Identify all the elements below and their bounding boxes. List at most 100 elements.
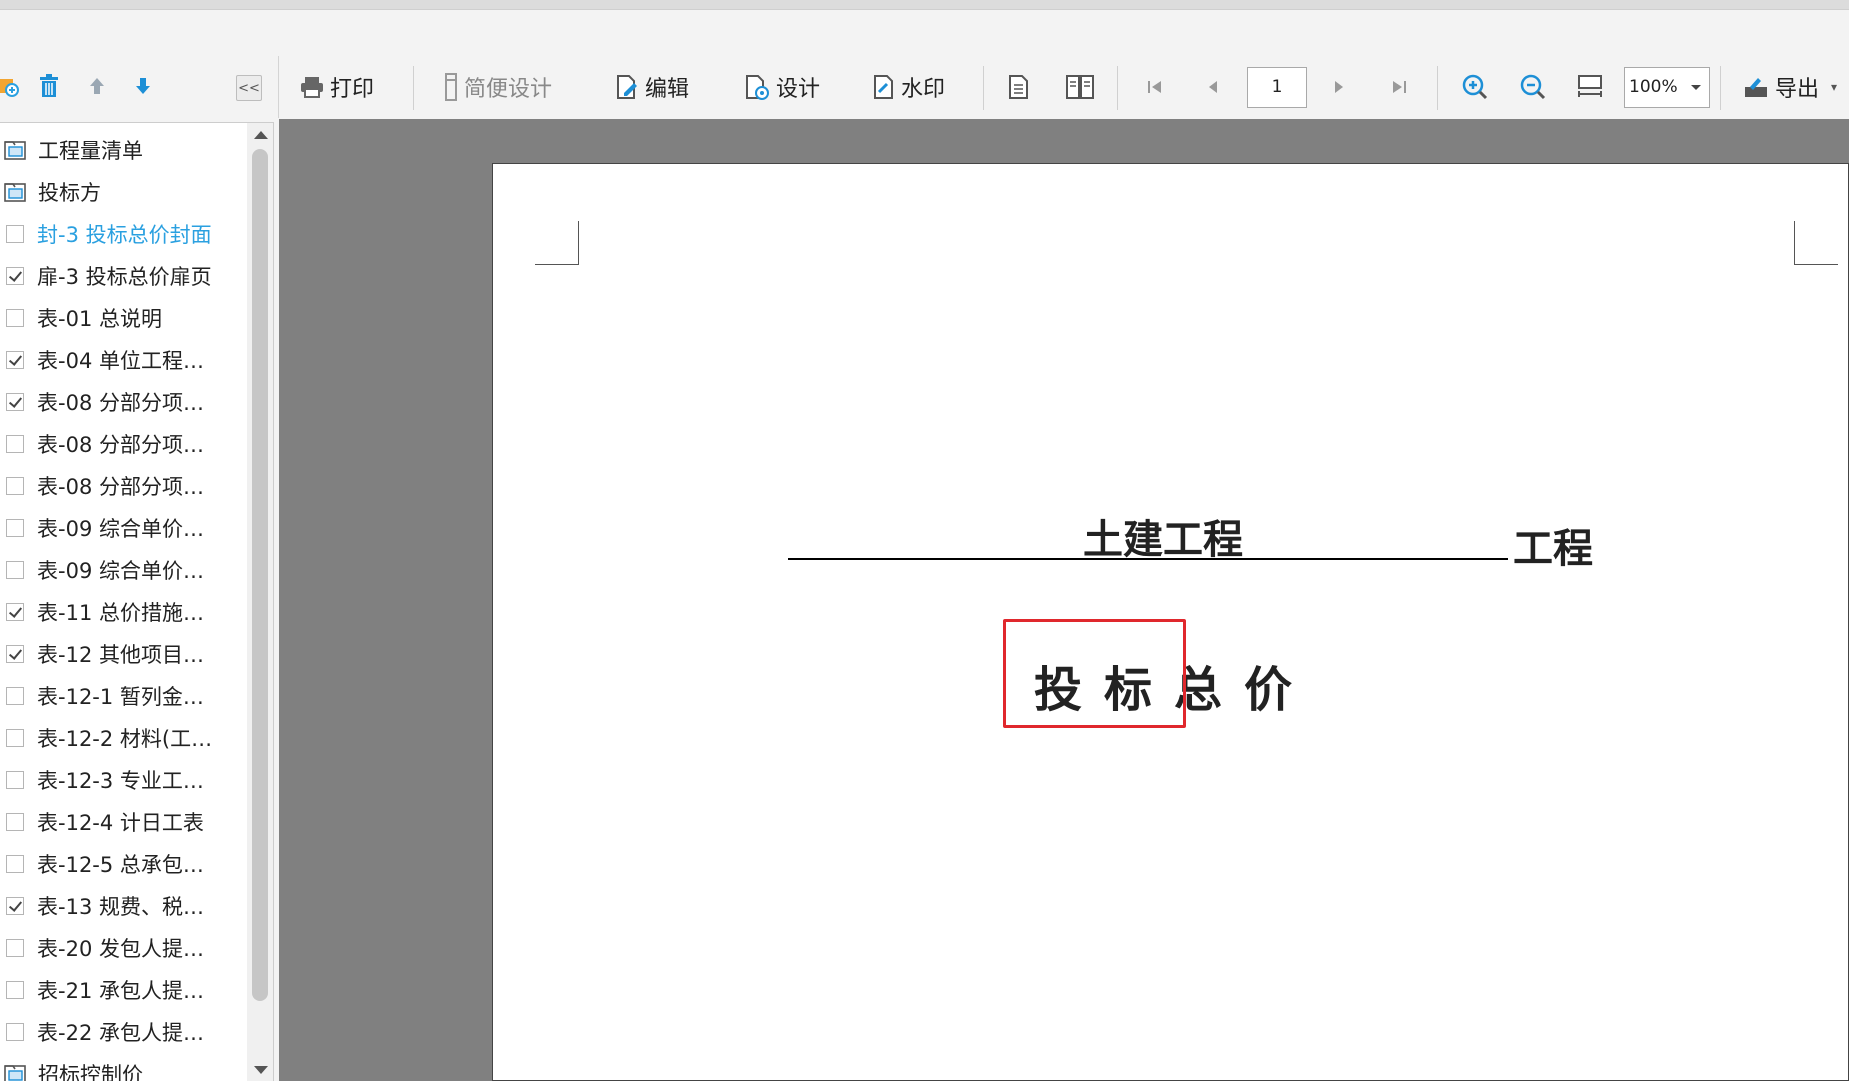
tree-item-checkbox[interactable] [6,855,24,873]
tree-item-checkbox[interactable] [6,687,24,705]
tree-item-label: 表-01 总说明 [37,307,162,331]
tree-item-label: 表-09 综合单价… [37,559,204,583]
single-page-view-button[interactable] [1008,69,1036,105]
project-name: 土建工程 [1083,516,1243,563]
tree-item-label: 表-12-4 计日工表 [37,811,204,835]
watermark-button[interactable]: 水印 [873,69,945,105]
two-page-view-button[interactable] [1066,69,1100,105]
report-list-toolbar: << [0,56,276,118]
tree-item[interactable]: 封-3 投标总价封面 [0,215,245,253]
tree-item[interactable]: 表-01 总说明 [0,299,245,337]
tree-item[interactable]: 表-11 总价措施… [0,593,245,631]
tree-item-checkbox[interactable] [6,897,24,915]
previous-page-button[interactable] [1205,69,1227,105]
tree-item-checkbox[interactable] [6,603,24,621]
export-button[interactable]: 导出 ▾ [1743,69,1837,105]
tree-item-checkbox[interactable] [6,645,24,663]
tree-item-label: 封-3 投标总价封面 [37,223,212,247]
tree-item[interactable]: 表-09 综合单价… [0,509,245,547]
tree-item-checkbox[interactable] [6,435,24,453]
last-page-button[interactable] [1389,69,1415,105]
crop-mark-top-left [535,221,579,265]
tree-item[interactable]: 投标方 [0,173,245,211]
tree-item[interactable]: 表-12-1 暂列金… [0,677,245,715]
tree-item[interactable]: 表-20 发包人提… [0,929,245,967]
tree-item-checkbox[interactable] [6,351,24,369]
tree-item[interactable]: 表-12-3 专业工… [0,761,245,799]
simple-design-button[interactable]: 简便设计 [444,69,552,105]
tree-item-checkbox[interactable] [6,309,24,327]
report-folder-icon [4,1065,26,1081]
tree-item-label: 表-20 发包人提… [37,937,204,961]
add-icon[interactable] [0,73,22,99]
tree-item-checkbox[interactable] [6,393,24,411]
tree-item[interactable]: 表-12-5 总承包… [0,845,245,883]
two-page-icon [1066,75,1094,99]
tree-item-label: 表-08 分部分项… [37,433,204,457]
export-icon [1745,78,1767,97]
tree-item-label: 表-11 总价措施… [37,601,204,625]
tree-item[interactable]: 表-08 分部分项… [0,467,245,505]
zoom-level-value: 100% [1629,77,1678,97]
print-button[interactable]: 打印 [300,69,374,105]
tree-item-checkbox[interactable] [6,561,24,579]
watermark-icon [874,75,893,99]
crop-mark-top-right [1794,221,1838,265]
move-down-icon[interactable] [130,73,156,99]
edit-label: 编辑 [645,77,690,102]
tree-item[interactable]: 表-21 承包人提… [0,971,245,1009]
tree-item[interactable]: 表-04 单位工程… [0,341,245,379]
tree-item-checkbox[interactable] [6,477,24,495]
tree-item-checkbox[interactable] [6,771,24,789]
tree-item-checkbox[interactable] [6,1023,24,1041]
tree-item[interactable]: 表-08 分部分项… [0,383,245,421]
toolbar-divider [983,66,984,110]
tree-item-checkbox[interactable] [6,813,24,831]
report-tree: 工程量清单投标方封-3 投标总价封面扉-3 投标总价扉页表-01 总说明表-04… [0,122,274,1081]
tree-scrollbar[interactable] [247,123,273,1081]
scroll-up-arrow-icon[interactable] [254,131,268,139]
zoom-level-select[interactable]: 100% [1624,67,1710,108]
delete-icon[interactable] [36,73,62,99]
watermark-label: 水印 [901,77,946,102]
move-up-icon[interactable] [84,73,110,99]
tree-item[interactable]: 表-12-2 材料(工… [0,719,245,757]
tree-item[interactable]: 表-12 其他项目… [0,635,245,673]
tree-item-checkbox[interactable] [6,267,24,285]
tree-item[interactable]: 工程量清单 [0,131,245,169]
first-page-button[interactable] [1145,69,1171,105]
page-number-input[interactable]: 1 [1247,67,1307,108]
scroll-down-arrow-icon[interactable] [254,1066,268,1074]
tree-item-label: 表-04 单位工程… [37,349,204,373]
edit-button[interactable]: 编辑 [615,69,689,105]
tree-item-checkbox[interactable] [6,225,24,243]
tree-item-checkbox[interactable] [6,939,24,957]
tree-item[interactable]: 表-08 分部分项… [0,425,245,463]
tree-item[interactable]: 招标控制价 [0,1055,245,1081]
next-page-button[interactable] [1331,69,1353,105]
tree-item-label: 表-12-2 材料(工… [37,727,213,751]
tree-item[interactable]: 表-12-4 计日工表 [0,803,245,841]
scrollbar-thumb[interactable] [252,149,268,1001]
export-dropdown-icon[interactable]: ▾ [1831,80,1837,94]
tree-item-label: 工程量清单 [38,139,143,163]
zoom-out-button[interactable] [1519,69,1553,105]
tree-item[interactable]: 表-09 综合单价… [0,551,245,589]
single-page-icon [1009,75,1028,99]
next-page-icon [1335,81,1343,93]
tree-item-label: 招标控制价 [38,1063,143,1081]
previous-page-icon [1209,81,1217,93]
design-button[interactable]: 设计 [744,69,820,105]
collapse-panel-button[interactable]: << [236,75,262,101]
tree-item[interactable]: 扉-3 投标总价扉页 [0,257,245,295]
tree-item-checkbox[interactable] [6,519,24,537]
tree-item[interactable]: 表-13 规费、税… [0,887,245,925]
tree-item-label: 表-12-5 总承包… [37,853,204,877]
tree-item-checkbox[interactable] [6,981,24,999]
zoom-in-button[interactable] [1461,69,1495,105]
tree-item-checkbox[interactable] [6,729,24,747]
fit-width-button[interactable] [1576,69,1610,105]
tree-item[interactable]: 表-22 承包人提… [0,1013,245,1051]
tree-item-label: 表-21 承包人提… [37,979,204,1003]
design-document-icon [746,75,769,100]
